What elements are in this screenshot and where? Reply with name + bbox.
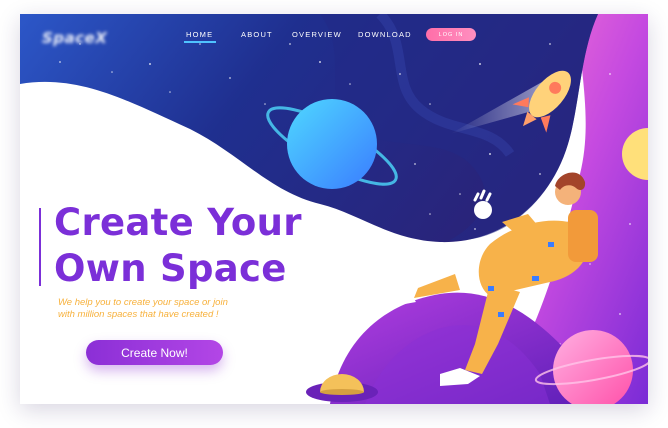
nav-about[interactable]: ABOUT [241, 30, 273, 39]
nav-overview[interactable]: OVERVIEW [292, 30, 342, 39]
hero-subtitle-line2: with million spaces that have created ! [58, 309, 219, 320]
hero-title-line2: Own Space [54, 247, 287, 290]
hero-subtitle-line1: We help you to create your space or join [58, 297, 228, 308]
create-now-button[interactable]: Create Now! [86, 340, 223, 365]
hero-accent-bar [39, 208, 41, 286]
hero-subtitle: We help you to create your space or join… [58, 297, 298, 321]
nav-home[interactable]: HOME [183, 30, 217, 43]
top-nav: SpaceX HOME ABOUT OVERVIEW DOWNLOAD LOG … [20, 14, 648, 54]
brand-logo[interactable]: SpaceX [42, 29, 107, 47]
hero-title: Create Your Own Space [54, 200, 302, 292]
nav-download[interactable]: DOWNLOAD [358, 30, 412, 39]
hero-title-line1: Create Your [54, 201, 302, 244]
login-button[interactable]: LOG IN [426, 28, 476, 41]
landing-page-card: SpaceX HOME ABOUT OVERVIEW DOWNLOAD LOG … [20, 14, 648, 404]
